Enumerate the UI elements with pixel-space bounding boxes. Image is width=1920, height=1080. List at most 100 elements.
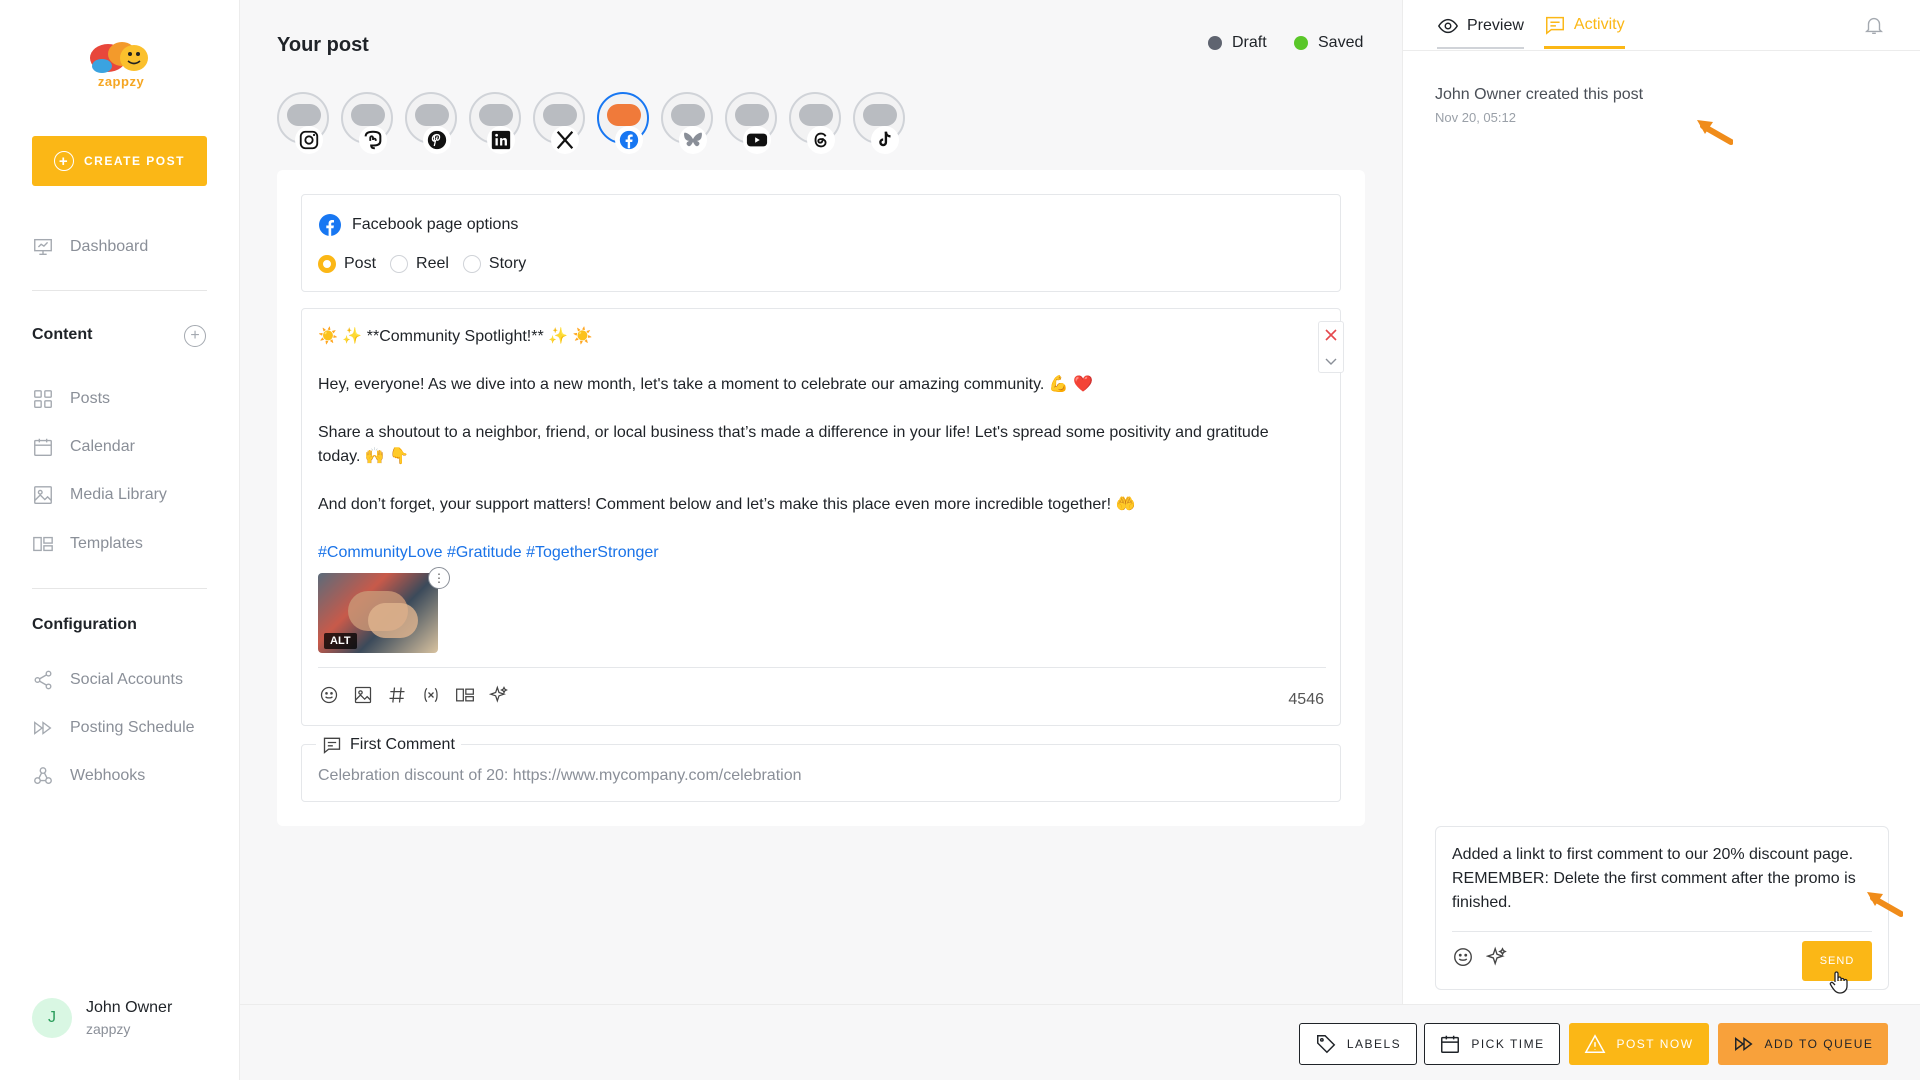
facebook-page-options: Facebook page options Post Reel Story <box>301 194 1341 292</box>
add-to-queue-button[interactable]: ADD TO QUEUE <box>1718 1023 1888 1065</box>
media-thumbnail[interactable]: ALT <box>318 573 438 653</box>
saved-status-dot <box>1294 36 1308 50</box>
tiktok-icon <box>879 131 891 147</box>
facebook-icon <box>319 214 341 236</box>
facebook-options-label: Facebook page options <box>352 216 519 233</box>
first-comment-field[interactable]: First Comment Celebration discount of 20… <box>301 735 1341 802</box>
sparkles-icon[interactable] <box>1486 946 1508 968</box>
templates-icon <box>456 688 474 702</box>
account-threads[interactable] <box>789 92 841 154</box>
nav-media-library-label: Media Library <box>70 486 167 503</box>
user-org: zappzy <box>86 1021 131 1037</box>
draft-status-dot <box>1208 36 1222 50</box>
nav-templates[interactable]: Templates <box>32 530 143 558</box>
presentation-chart-icon <box>34 238 52 256</box>
nav-webhooks[interactable]: Webhooks <box>32 762 145 790</box>
account-instagram[interactable] <box>277 92 329 154</box>
account-bluesky[interactable] <box>661 92 713 154</box>
alt-badge[interactable]: ALT <box>324 633 357 649</box>
more-vertical-icon: ⋮ <box>433 571 445 585</box>
collapse-editor-button[interactable] <box>1319 348 1343 374</box>
post-line: Share a shoutout to a neighbor, friend, … <box>318 424 1269 465</box>
pick-time-label: PICK TIME <box>1471 1037 1545 1051</box>
account-youtube[interactable] <box>725 92 777 154</box>
nav-social-accounts-label: Social Accounts <box>70 671 183 688</box>
saved-status-label: Saved <box>1318 34 1364 51</box>
post-type-radio-group: Post Reel Story <box>318 255 526 273</box>
tab-activity-label: Activity <box>1573 16 1625 33</box>
nav-posting-schedule[interactable]: Posting Schedule <box>32 714 195 742</box>
arrow-pointer-icon <box>1867 892 1903 917</box>
account-x[interactable] <box>533 92 585 154</box>
labels-button[interactable]: LABELS <box>1299 1023 1417 1065</box>
radio-reel-label: Reel <box>416 255 449 272</box>
chevron-down-icon <box>1325 358 1337 365</box>
x-icon <box>556 131 574 149</box>
account-pinterest[interactable] <box>405 92 457 154</box>
ai-assist-button[interactable] <box>488 684 510 706</box>
tab-activity[interactable]: Activity <box>1543 14 1625 49</box>
templates-button[interactable] <box>454 684 476 706</box>
tag-icon <box>1316 1035 1336 1054</box>
tab-preview[interactable]: Preview <box>1437 14 1524 49</box>
sidebar-divider <box>32 588 207 589</box>
bluesky-butterfly-icon <box>684 132 702 147</box>
share-icon <box>34 670 52 690</box>
add-content-button[interactable]: + <box>184 325 206 347</box>
account-tiktok[interactable] <box>853 92 905 154</box>
hashtag-icon <box>389 687 405 703</box>
pick-time-button[interactable]: PICK TIME <box>1424 1023 1560 1065</box>
app-logo[interactable]: zappzy <box>86 36 156 92</box>
user-profile[interactable]: J John Owner zappzy <box>32 998 172 1038</box>
create-post-button[interactable]: + CREATE POST <box>32 136 207 186</box>
post-card: Facebook page options Post Reel Story ☀️… <box>277 170 1365 826</box>
smiley-icon <box>320 686 338 704</box>
nav-dashboard[interactable]: Dashboard <box>32 233 148 261</box>
post-text-editor[interactable]: ☀️ ✨ **Community Spotlight!** ✨ ☀️ Hey, … <box>301 308 1344 726</box>
post-line: Hey, everyone! As we dive into a new mon… <box>318 376 1094 393</box>
account-facebook[interactable] <box>597 92 649 154</box>
variables-button[interactable] <box>420 684 442 706</box>
nav-media-library[interactable]: Media Library <box>32 481 167 509</box>
sidebar: zappzy + CREATE POST Dashboard Content +… <box>0 0 240 1080</box>
nav-posts[interactable]: Posts <box>32 385 110 413</box>
radio-post[interactable]: Post <box>318 255 376 273</box>
nav-social-accounts[interactable]: Social Accounts <box>32 666 183 694</box>
close-icon <box>1325 329 1337 341</box>
post-now-button[interactable]: POST NOW <box>1569 1023 1709 1065</box>
draft-status-label: Draft <box>1232 34 1267 51</box>
activity-entry-text: John Owner created this post <box>1435 86 1644 103</box>
bell-icon[interactable] <box>1863 14 1885 36</box>
radio-reel[interactable]: Reel <box>390 255 449 273</box>
templates-icon <box>33 536 53 552</box>
account-mastodon[interactable] <box>341 92 393 154</box>
editor-controls <box>1318 321 1344 373</box>
add-media-button[interactable] <box>352 684 374 706</box>
instagram-icon <box>299 130 319 150</box>
media-more-button[interactable]: ⋮ <box>428 567 450 589</box>
hashtag-button[interactable] <box>386 684 408 706</box>
pinterest-icon <box>427 130 447 150</box>
nav-templates-label: Templates <box>70 535 143 552</box>
nav-dashboard-label: Dashboard <box>70 238 149 255</box>
smiley-icon[interactable] <box>1452 946 1474 968</box>
tabs-divider <box>1403 50 1920 51</box>
emoji-button[interactable] <box>318 684 340 706</box>
post-hashtags[interactable]: #CommunityLove #Gratitude #TogetherStron… <box>318 541 1278 565</box>
radio-circle <box>462 255 481 273</box>
first-comment-input[interactable]: Celebration discount of 20: https://www.… <box>318 767 802 785</box>
post-text[interactable]: ☀️ ✨ **Community Spotlight!** ✨ ☀️ Hey, … <box>318 325 1278 565</box>
composer-divider <box>1452 931 1872 932</box>
status-saved: Saved <box>1294 34 1363 52</box>
post-line: And don’t forget, your support matters! … <box>318 496 1136 513</box>
eye-icon <box>1437 18 1459 33</box>
radio-story[interactable]: Story <box>462 255 526 273</box>
post-line: ☀️ ✨ **Community Spotlight!** ✨ ☀️ <box>318 328 593 345</box>
fast-forward-icon <box>1734 1037 1753 1051</box>
activity-comment-input[interactable]: Added a linkt to first comment to our 20… <box>1452 843 1872 915</box>
nav-calendar[interactable]: Calendar <box>32 433 135 461</box>
activity-entry-time: Nov 20, 05:12 <box>1435 110 1516 125</box>
activity-comment-composer[interactable]: Added a linkt to first comment to our 20… <box>1435 826 1889 990</box>
remove-editor-button[interactable] <box>1319 322 1343 348</box>
account-linkedin[interactable] <box>469 92 521 154</box>
